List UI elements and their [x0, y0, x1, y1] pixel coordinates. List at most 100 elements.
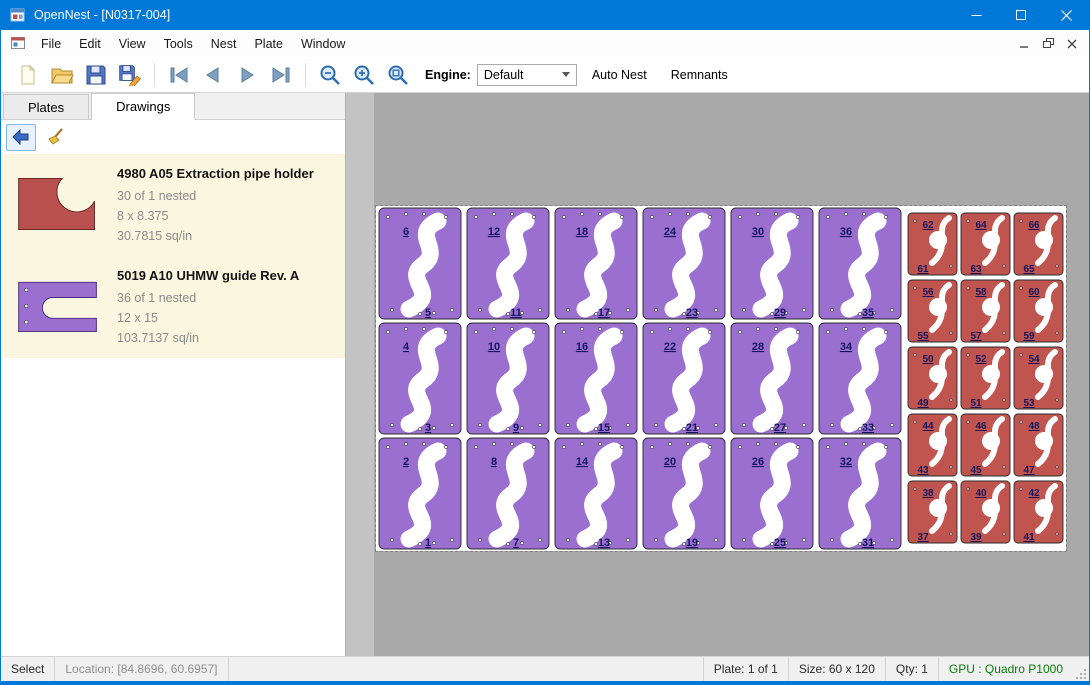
purple-part-pair[interactable]: 87	[467, 438, 549, 549]
red-part-pair[interactable]: 5655	[908, 280, 957, 342]
purple-part-pair[interactable]: 1211	[467, 208, 549, 319]
part-number: 4	[403, 341, 410, 353]
nav-last-button[interactable]	[264, 60, 298, 90]
red-part-pair[interactable]: 3837	[908, 481, 957, 543]
red-part-pair[interactable]: 4645	[961, 414, 1010, 476]
red-part-pair[interactable]: 5857	[961, 280, 1010, 342]
zoom-out-icon	[318, 63, 342, 87]
purple-part-pair[interactable]: 1413	[555, 438, 637, 549]
chevron-down-icon	[562, 72, 570, 77]
part-number: 26	[752, 456, 764, 468]
purple-part-pair[interactable]: 2827	[731, 323, 813, 434]
part-number: 36	[840, 226, 852, 238]
nav-prev-button[interactable]	[196, 60, 230, 90]
new-button[interactable]	[11, 60, 45, 90]
save-button[interactable]	[79, 60, 113, 90]
purple-part-pair[interactable]: 1817	[555, 208, 637, 319]
red-part-pair[interactable]: 4847	[1014, 414, 1063, 476]
purple-part-pair[interactable]: 3635	[819, 208, 901, 319]
part-number: 8	[491, 456, 497, 468]
purple-part-pair[interactable]: 1615	[555, 323, 637, 434]
purple-part-pair[interactable]: 2625	[731, 438, 813, 549]
window-controls	[954, 0, 1089, 30]
clean-button[interactable]	[41, 124, 71, 151]
zoom-fit-button[interactable]	[381, 60, 415, 90]
purple-part-pair[interactable]: 24 23	[643, 208, 725, 319]
status-size: Size: 60 x 120	[788, 657, 885, 681]
part-number: 43	[917, 465, 929, 476]
menu-item-tools[interactable]: Tools	[155, 30, 202, 57]
part-number: 29	[774, 307, 786, 319]
menu-item-view[interactable]: View	[110, 30, 155, 57]
plate-svg[interactable]: 6512111817242330293635431091615222128273…	[376, 206, 1066, 551]
part-number: 23	[686, 307, 698, 319]
purple-part-pair[interactable]: 109	[467, 323, 549, 434]
nest-canvas[interactable]: 6512111817242330293635431091615222128273…	[346, 93, 1089, 656]
purple-part-pair[interactable]: 65	[379, 208, 461, 319]
purple-part-pair[interactable]: 3231	[819, 438, 901, 549]
part-number: 24	[664, 226, 677, 238]
part-number: 33	[862, 422, 874, 434]
tab-drawings[interactable]: Drawings	[91, 93, 195, 120]
engine-select[interactable]: Default	[477, 64, 577, 86]
part-number: 55	[917, 331, 929, 342]
red-part-pair[interactable]: 4039	[961, 481, 1010, 543]
part-number: 37	[917, 532, 929, 543]
zoom-out-button[interactable]	[313, 60, 347, 90]
red-part-pair[interactable]: 5049	[908, 347, 957, 409]
red-part-pair[interactable]: 5251	[961, 347, 1010, 409]
zoom-in-button[interactable]	[347, 60, 381, 90]
resize-grip[interactable]	[1073, 657, 1089, 681]
purple-part-pair[interactable]: 2019	[643, 438, 725, 549]
drawing-item[interactable]: 5019 A10 UHMW guide Rev. A 36 of 1 neste…	[1, 256, 345, 358]
part-number: 7	[513, 537, 519, 549]
red-part-pair[interactable]: 6059	[1014, 280, 1063, 342]
status-qty: Qty: 1	[885, 657, 938, 681]
nav-next-button[interactable]	[230, 60, 264, 90]
drawing-size: 12 x 15	[117, 308, 299, 328]
menu-item-plate[interactable]: Plate	[245, 30, 292, 57]
purple-part-pair[interactable]: 21	[379, 438, 461, 549]
menu-item-nest[interactable]: Nest	[202, 30, 246, 57]
left-panel: Plates Drawings	[1, 93, 346, 656]
tab-plates[interactable]: Plates	[3, 94, 89, 119]
part-number: 44	[922, 421, 934, 432]
nav-last-icon	[269, 64, 293, 86]
purple-part-pair[interactable]: 2221	[643, 323, 725, 434]
menu-item-file[interactable]: File	[32, 30, 70, 57]
menu-item-window[interactable]: Window	[292, 30, 354, 57]
save-icon	[85, 64, 107, 86]
red-part-pair[interactable]: 6261	[908, 213, 957, 275]
part-number: 50	[922, 354, 934, 365]
red-part-pair[interactable]: 6463	[961, 213, 1010, 275]
drawing-item[interactable]: 4980 A05 Extraction pipe holder 30 of 1 …	[1, 154, 345, 256]
part-number: 16	[576, 341, 588, 353]
part-number: 32	[840, 456, 852, 468]
red-part-pair[interactable]: 5453	[1014, 347, 1063, 409]
maximize-button[interactable]	[999, 0, 1044, 30]
open-button[interactable]	[45, 60, 79, 90]
mdi-restore-icon	[1043, 38, 1054, 49]
red-part-pair[interactable]: 4241	[1014, 481, 1063, 543]
toolbar-separator	[154, 63, 155, 87]
part-number: 41	[1023, 532, 1035, 543]
mdi-restore-button[interactable]	[1037, 34, 1059, 54]
minimize-button[interactable]	[954, 0, 999, 30]
app-window: OpenNest - [N0317-004] File Edit View To…	[0, 0, 1090, 685]
purple-part-pair[interactable]: 43	[379, 323, 461, 434]
purple-part-pair[interactable]: 3433	[819, 323, 901, 434]
part-number: 15	[598, 422, 610, 434]
mdi-close-button[interactable]	[1061, 34, 1083, 54]
mdi-minimize-button[interactable]	[1013, 34, 1035, 54]
nav-first-button[interactable]	[162, 60, 196, 90]
red-part-pair[interactable]: 6665	[1014, 213, 1063, 275]
mdi-child-icon[interactable]	[1, 30, 32, 57]
purple-part-pair[interactable]: 3029	[731, 208, 813, 319]
remnants-button[interactable]: Remnants	[662, 63, 737, 87]
close-button[interactable]	[1044, 0, 1089, 30]
import-drawing-button[interactable]	[6, 124, 36, 151]
auto-nest-button[interactable]: Auto Nest	[583, 63, 656, 87]
save-as-button[interactable]	[113, 60, 147, 90]
menu-item-edit[interactable]: Edit	[70, 30, 110, 57]
red-part-pair[interactable]: 44 43	[908, 414, 957, 476]
